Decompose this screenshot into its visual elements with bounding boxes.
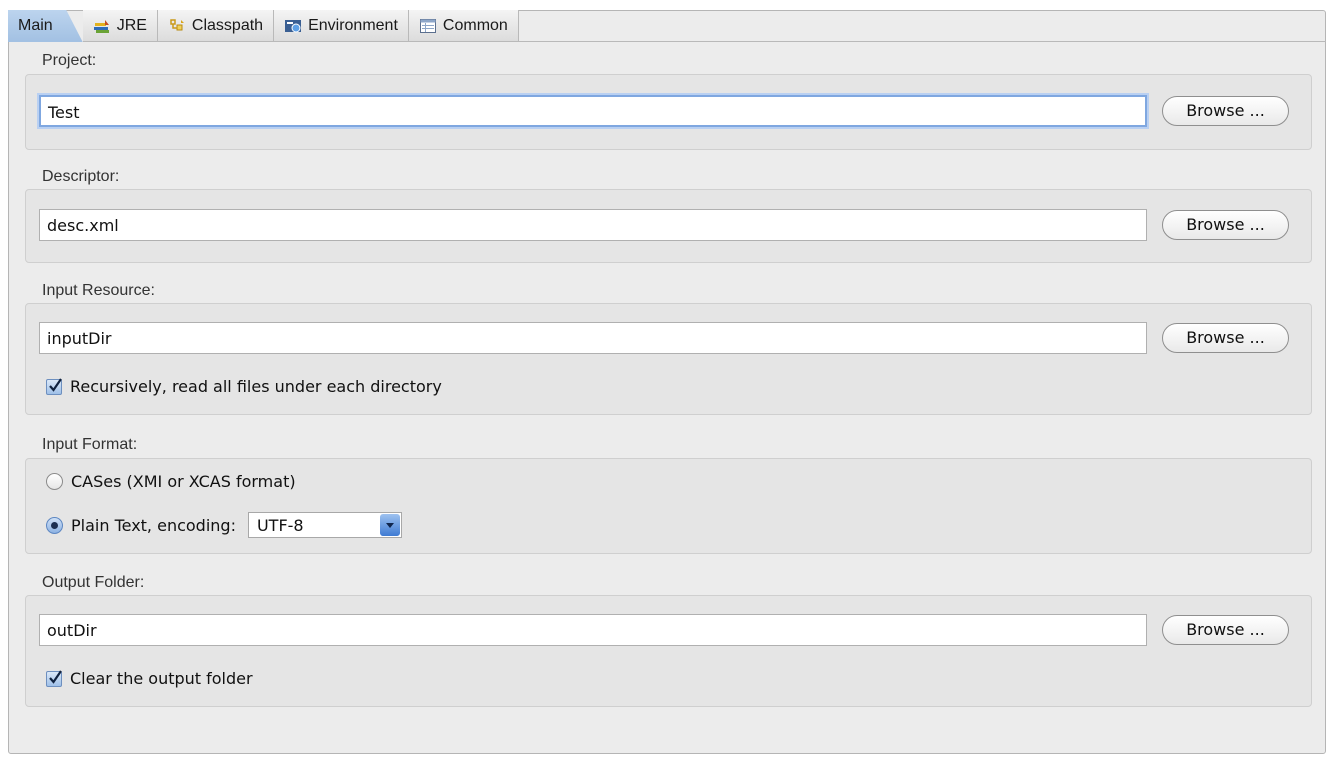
input-resource-label: Input Resource: (42, 282, 155, 299)
clear-output-checkbox-row[interactable]: Clear the output folder (46, 669, 253, 688)
clear-output-checkbox-label: Clear the output folder (70, 669, 253, 688)
recursive-checkbox[interactable] (46, 377, 62, 395)
common-icon (419, 18, 437, 34)
tab-environment[interactable]: Environment (274, 10, 409, 42)
descriptor-label: Descriptor: (42, 168, 120, 185)
encoding-select-value: UTF-8 (256, 515, 304, 535)
plain-text-radio-label: Plain Text, encoding: (71, 515, 236, 535)
project-input[interactable]: Test (39, 95, 1147, 127)
descriptor-input[interactable]: desc.xml (39, 209, 1147, 241)
input-format-label: Input Format: (42, 436, 138, 453)
clear-output-checkbox[interactable] (46, 669, 62, 687)
tab-main-label: Main (18, 16, 53, 34)
tab-common[interactable]: Common (408, 10, 519, 42)
input-resource-group (25, 303, 1312, 415)
output-folder-browse-button[interactable]: Browse ... (1162, 615, 1289, 645)
tab-environment-label: Environment (308, 16, 398, 34)
tab-jre-label: JRE (116, 16, 147, 34)
environment-icon (284, 18, 302, 34)
descriptor-browse-button[interactable]: Browse ... (1162, 210, 1289, 240)
tab-classpath-label: Classpath (191, 16, 264, 34)
input-resource-browse-button[interactable]: Browse ... (1162, 323, 1289, 353)
chevron-down-icon[interactable] (379, 514, 400, 536)
encoding-select[interactable]: UTF-8 (247, 512, 402, 538)
jre-icon (93, 18, 111, 34)
output-folder-label: Output Folder: (42, 574, 145, 591)
output-folder-input[interactable]: outDir (39, 614, 1147, 646)
recursive-checkbox-row[interactable]: Recursively, read all files under each d… (46, 377, 442, 396)
plain-text-radio-row[interactable]: Plain Text, encoding: UTF-8 (46, 512, 402, 538)
plain-text-radio[interactable] (46, 516, 63, 534)
tab-common-label: Common (442, 16, 508, 34)
tab-jre[interactable]: JRE (82, 10, 158, 42)
input-resource-input[interactable]: inputDir (39, 322, 1147, 354)
recursive-checkbox-label: Recursively, read all files under each d… (70, 377, 442, 396)
tab-classpath[interactable]: Classpath (157, 10, 275, 42)
tab-main[interactable]: Main (8, 10, 83, 42)
cases-radio-label: CASes (XMI or XCAS format) (71, 472, 296, 491)
classpath-icon (168, 18, 186, 34)
project-label: Project: (42, 52, 97, 69)
output-folder-group (25, 595, 1312, 707)
cases-radio-row[interactable]: CASes (XMI or XCAS format) (46, 472, 296, 491)
project-browse-button[interactable]: Browse ... (1162, 96, 1289, 126)
cases-radio[interactable] (46, 473, 63, 490)
tab-bar: Main JRE Classpath Environment Common (8, 10, 1326, 42)
